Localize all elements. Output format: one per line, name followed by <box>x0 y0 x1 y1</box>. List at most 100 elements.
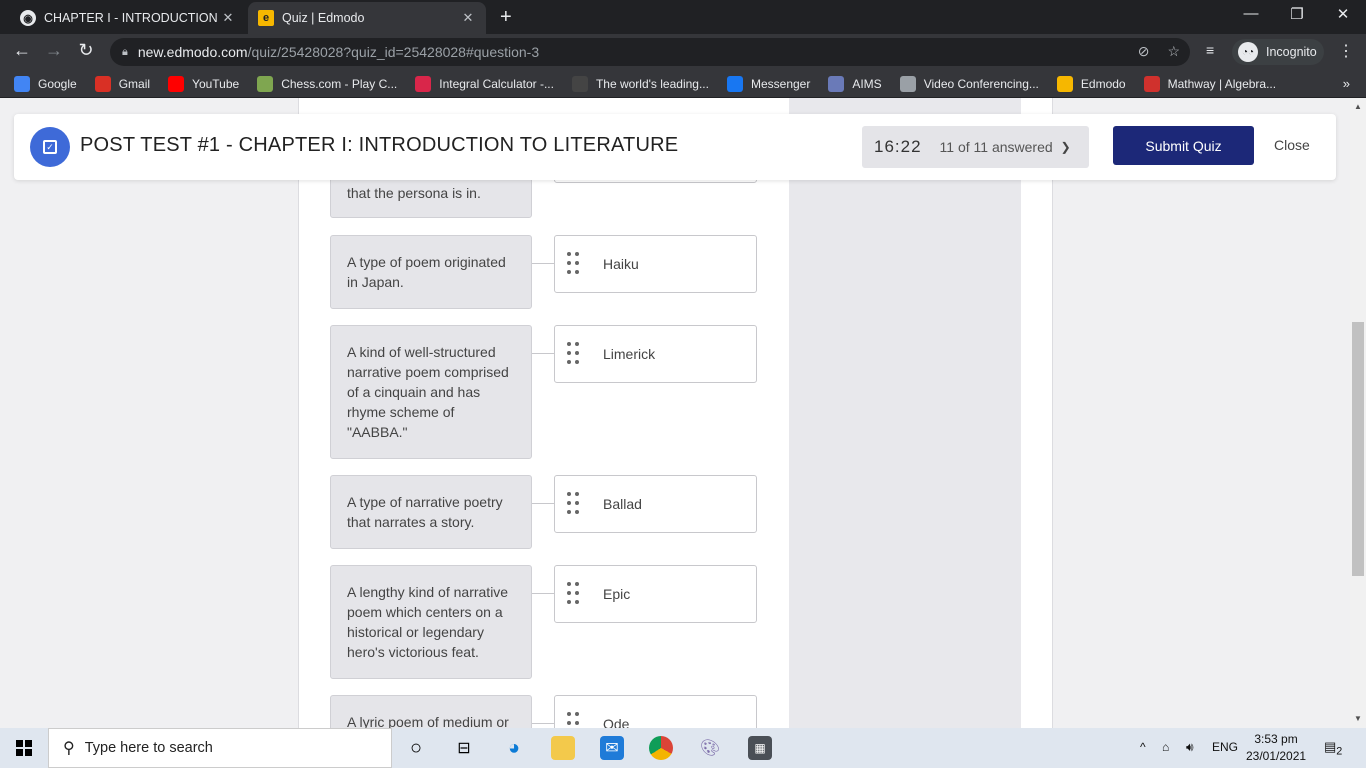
calculator-icon[interactable]: ▦ <box>748 736 772 760</box>
bookmark-item[interactable]: Integral Calculator -... <box>415 75 554 92</box>
eye-off-icon[interactable]: ⊘ <box>1138 43 1150 59</box>
media-icon[interactable]: ≡ <box>1206 42 1214 58</box>
menu-icon[interactable]: ⋮ <box>1338 41 1354 61</box>
forward-icon[interactable]: → <box>42 40 66 61</box>
answer-tile[interactable]: Haiku <box>554 235 757 293</box>
bookmark-label: Mathway | Algebra... <box>1167 76 1277 91</box>
answer-label: Ballad <box>603 496 642 512</box>
tab-chapter[interactable]: ◉ CHAPTER I - INTRODUCTION TO ✕ <box>10 2 246 34</box>
bookmark-item[interactable]: YouTube <box>168 75 239 92</box>
scrollbar-thumb[interactable] <box>1352 322 1364 576</box>
github-icon <box>571 75 588 92</box>
bookmark-item[interactable]: Google <box>14 75 77 92</box>
bookmarks-bar: Google Gmail YouTube Chess.com - Play C... I… <box>0 70 1366 98</box>
drag-handle-icon[interactable] <box>567 492 581 516</box>
answer-tile[interactable]: Ballad <box>554 475 757 533</box>
prompt-text: that the persona is in. <box>347 185 481 201</box>
scroll-up-icon[interactable]: ▲ <box>1354 102 1362 111</box>
bookmark-item[interactable]: Messenger <box>726 75 810 92</box>
edmodo-icon <box>1056 75 1073 92</box>
search-icon: ⚲ <box>63 740 75 757</box>
answer-tile[interactable]: Limerick <box>554 325 757 383</box>
connector-line <box>532 353 554 354</box>
address-bar[interactable]: 🔒︎ new.edmodo.com/quiz/25428028?quiz_id=… <box>110 38 1190 66</box>
answered-count: 11 of 11 answered <box>939 139 1053 155</box>
bookmark-label: The world's leading... <box>595 76 709 91</box>
prompt-text: A type of narrative poetry that narrates… <box>347 494 503 530</box>
bookmark-item[interactable]: Chess.com - Play C... <box>257 75 398 92</box>
restore-icon[interactable]: ❐ <box>1274 5 1320 23</box>
bookmark-label: Integral Calculator -... <box>439 76 554 91</box>
star-icon[interactable]: ☆ <box>1167 43 1180 59</box>
network-icon[interactable]: ⌂ <box>1162 740 1169 754</box>
incognito-label: Incognito <box>1266 45 1317 59</box>
clock-date: 23/01/2021 <box>1246 749 1307 763</box>
chess-icon <box>257 75 274 92</box>
answer-label: Limerick <box>603 346 656 362</box>
incognito-icon: ◔◔ <box>1238 42 1258 62</box>
file-explorer-icon[interactable] <box>551 736 575 760</box>
scroll-down-icon[interactable]: ▼ <box>1354 714 1362 723</box>
edge-icon[interactable]: ◕ <box>502 736 526 760</box>
toolbar-right-icons: ⊘ ☆ <box>1138 43 1180 60</box>
bookmark-label: Google <box>38 76 77 91</box>
close-tab-icon[interactable]: ✕ <box>220 10 236 26</box>
minimize-icon[interactable]: — <box>1228 5 1274 22</box>
drag-handle-icon[interactable] <box>567 582 581 606</box>
taskbar: ⚲ Type here to search ○ ⊟ ◕ ✉ 🎨︎ ▦ ^ ⌂ 🔊… <box>0 728 1366 768</box>
matching-prompt: A kind of well-structured narrative poem… <box>330 325 532 459</box>
bookmark-label: Edmodo <box>1080 76 1126 91</box>
reload-icon[interactable]: ↻ <box>74 40 98 61</box>
answer-tile[interactable]: Epic <box>554 565 757 623</box>
tray-chevron-icon[interactable]: ^ <box>1140 740 1146 754</box>
task-view-icon[interactable]: ⊟ <box>452 736 476 760</box>
lock-icon: 🔒︎ <box>122 45 128 58</box>
clock-time: 3:53 pm <box>1254 732 1298 746</box>
url-host: new.edmodo.com <box>137 44 248 60</box>
bookmark-label: Chess.com - Play C... <box>281 76 398 91</box>
matching-prompt: A type of poem originated in Japan. <box>330 235 532 309</box>
language-indicator[interactable]: ENG <box>1212 740 1238 754</box>
tab-quiz[interactable]: e Quiz | Edmodo ✕ <box>248 2 486 34</box>
drag-handle-icon[interactable] <box>567 342 581 366</box>
prompt-text: A lyric poem of medium or <box>347 714 509 728</box>
windows-start-icon[interactable] <box>16 740 32 756</box>
tab-strip: ◉ CHAPTER I - INTRODUCTION TO ✕ e Quiz |… <box>0 0 1366 34</box>
globe-icon <box>899 75 916 92</box>
taskbar-search[interactable]: ⚲ Type here to search <box>48 728 392 768</box>
clock[interactable]: 3:53 pm 23/01/2021 <box>1246 731 1306 765</box>
search-placeholder: Type here to search <box>84 740 213 756</box>
drag-handle-icon[interactable] <box>567 252 581 276</box>
bookmark-item[interactable]: Gmail <box>94 75 150 92</box>
submit-quiz-button[interactable]: Submit Quiz <box>1113 126 1254 165</box>
connector-line <box>532 723 554 724</box>
mail-icon[interactable]: ✉ <box>600 736 624 760</box>
paint-icon[interactable]: 🎨︎ <box>698 736 722 760</box>
back-icon[interactable]: ← <box>10 40 34 61</box>
matching-prompt: A type of narrative poetry that narrates… <box>330 475 532 549</box>
url-path: /quiz/25428028?quiz_id=25428028#question… <box>247 44 540 60</box>
cortana-icon[interactable]: ○ <box>404 736 428 760</box>
bookmark-item[interactable]: Video Conferencing... <box>899 75 1039 92</box>
notification-icon[interactable]: ▤2 <box>1324 739 1344 758</box>
bookmark-item[interactable]: Mathway | Algebra... <box>1143 75 1277 92</box>
page-scrollbar[interactable]: ▲ ▼ <box>1350 98 1366 728</box>
close-button[interactable]: Close <box>1274 137 1310 153</box>
answer-label: Epic <box>603 586 631 602</box>
prompt-text: A type of poem originated in Japan. <box>347 254 506 290</box>
incognito-badge[interactable]: ◔◔ Incognito <box>1232 39 1324 65</box>
progress-dropdown[interactable]: 16:22 11 of 11 answered ❯ <box>862 126 1089 168</box>
new-tab-button[interactable]: + <box>500 6 512 29</box>
close-window-icon[interactable]: ✕ <box>1320 5 1366 23</box>
chrome-icon[interactable] <box>649 736 673 760</box>
matching-prompt: A lengthy kind of narrative poem which c… <box>330 565 532 679</box>
volume-icon[interactable]: 🔊︎ <box>1186 740 1194 755</box>
timer: 16:22 <box>874 137 922 156</box>
drag-handle-icon[interactable] <box>567 712 581 728</box>
close-tab-icon[interactable]: ✕ <box>460 10 476 26</box>
bookmark-item[interactable]: AIMS <box>828 75 882 92</box>
bookmark-item[interactable]: The world's leading... <box>571 75 709 92</box>
answer-tile[interactable]: Ode <box>554 695 757 728</box>
bookmark-item[interactable]: Edmodo <box>1056 75 1126 92</box>
bookmarks-overflow-icon[interactable]: » <box>1343 76 1350 91</box>
